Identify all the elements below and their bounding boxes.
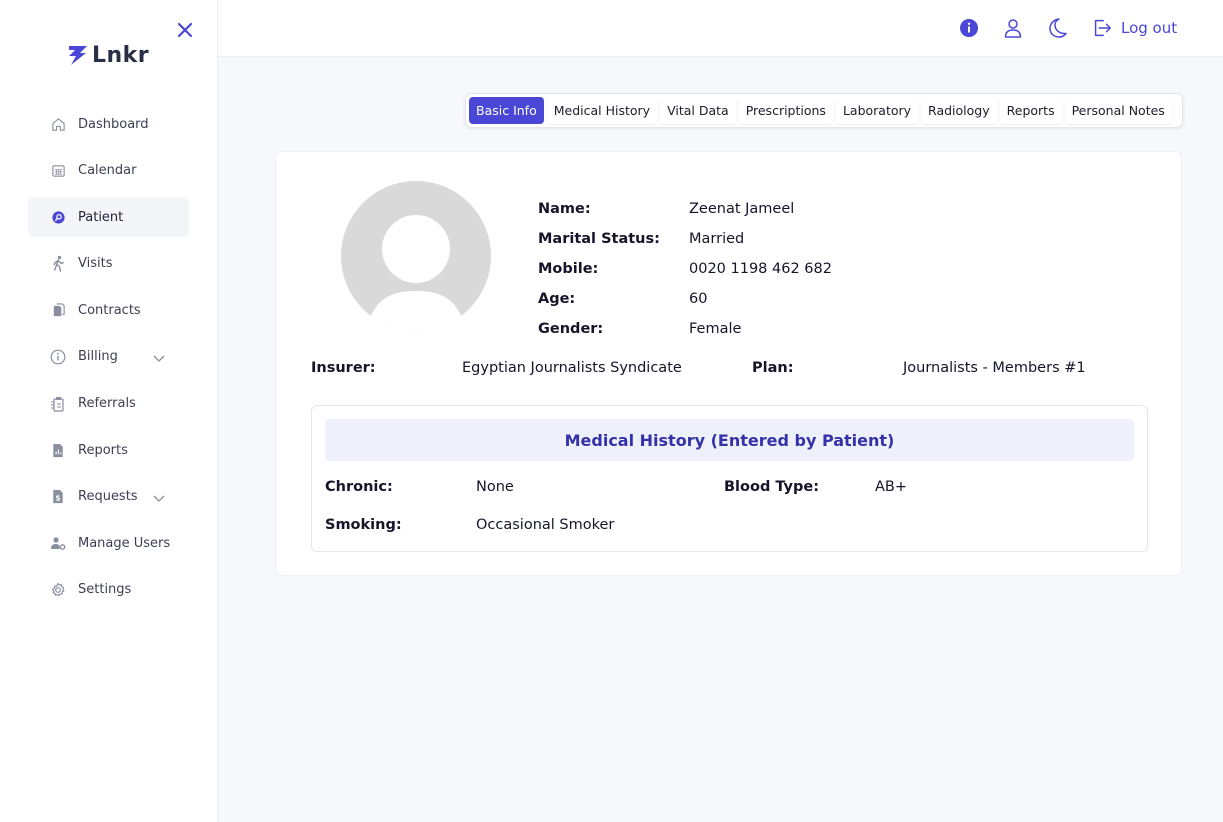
tab-reports[interactable]: Reports xyxy=(999,97,1062,124)
sidebar-item-visits[interactable]: Visits xyxy=(28,244,189,284)
insurer-label: Insurer: xyxy=(311,360,376,376)
lightning-logo-icon xyxy=(69,46,87,65)
chevron-down-icon[interactable] xyxy=(152,350,166,364)
sidebar-item-referrals[interactable]: Referrals xyxy=(28,384,189,424)
logo[interactable]: Lnkr xyxy=(66,40,149,70)
patient-tabs: Basic Info Medical History Vital Data Pr… xyxy=(465,93,1183,128)
name-label: Name: xyxy=(538,201,591,217)
logout-label: Log out xyxy=(1121,19,1178,37)
avatar xyxy=(341,181,491,331)
blood-type-value: AB+ xyxy=(875,479,908,495)
info-row-gender: Gender: Female xyxy=(538,319,741,339)
sidebar-item-dashboard[interactable]: Dashboard xyxy=(28,104,189,144)
mobile-value: 0020 1198 462 682 xyxy=(689,261,832,277)
logo-text: Lnkr xyxy=(92,42,150,68)
medical-history-box: Medical History (Entered by Patient) Chr… xyxy=(311,405,1148,552)
svg-text:$: $ xyxy=(55,494,60,503)
sidebar-item-label: Manage Users xyxy=(78,535,171,551)
info-row-marital-status: Marital Status: Married xyxy=(538,229,744,249)
marital-status-label: Marital Status: xyxy=(538,231,660,247)
sidebar-item-calendar[interactable]: Calendar xyxy=(28,151,189,191)
sidebar-item-settings[interactable]: Settings xyxy=(28,570,189,610)
plan-label: Plan: xyxy=(752,360,794,376)
patient-info-card: Name: Zeenat Jameel Marital Status: Marr… xyxy=(275,151,1182,576)
user-icon[interactable] xyxy=(1001,16,1025,40)
tab-prescriptions[interactable]: Prescriptions xyxy=(738,97,833,124)
sidebar-item-label: Billing xyxy=(78,349,118,365)
blood-type-label: Blood Type: xyxy=(724,479,820,495)
info-icon[interactable] xyxy=(957,16,981,40)
chronic-value: None xyxy=(476,479,514,495)
sidebar-item-label: Requests xyxy=(78,489,138,505)
referrals-icon xyxy=(50,396,66,412)
name-value: Zeenat Jameel xyxy=(689,201,795,217)
tab-laboratory[interactable]: Laboratory xyxy=(835,97,919,124)
gender-value: Female xyxy=(689,321,742,337)
sidebar-item-label: Patient xyxy=(78,209,124,225)
logout-icon xyxy=(1094,19,1111,37)
home-icon xyxy=(50,116,66,132)
smoking-label: Smoking: xyxy=(325,517,402,533)
tab-basic-info[interactable]: Basic Info xyxy=(469,97,544,124)
sidebar-item-reports[interactable]: Reports xyxy=(28,430,189,470)
sidebar-item-billing[interactable]: Billing xyxy=(28,337,189,377)
request-icon: $ xyxy=(50,489,66,505)
chronic-label: Chronic: xyxy=(325,479,393,495)
marital-status-value: Married xyxy=(689,231,745,247)
sidebar-item-label: Contracts xyxy=(78,302,141,318)
close-icon[interactable] xyxy=(175,20,195,40)
tab-medical-history[interactable]: Medical History xyxy=(546,97,658,124)
sidebar-item-requests[interactable]: $ Requests xyxy=(28,477,189,517)
calendar-icon xyxy=(50,163,66,179)
logout-button[interactable]: Log out xyxy=(1091,16,1177,40)
moon-icon[interactable] xyxy=(1045,16,1069,40)
insurer-value: Egyptian Journalists Syndicate xyxy=(462,360,682,376)
report-icon xyxy=(50,442,66,458)
top-header: Log out xyxy=(218,0,1223,57)
medical-history-title: Medical History (Entered by Patient) xyxy=(564,430,895,450)
info-row-mobile: Mobile: 0020 1198 462 682 xyxy=(538,259,832,279)
age-label: Age: xyxy=(538,291,576,307)
tab-vital-data[interactable]: Vital Data xyxy=(660,97,736,124)
gear-icon xyxy=(50,582,66,598)
plan-value: Journalists - Members #1 xyxy=(903,360,1086,376)
sidebar-item-patient[interactable]: Patient xyxy=(28,197,189,238)
gender-label: Gender: xyxy=(538,321,604,337)
smoking-value: Occasional Smoker xyxy=(476,517,615,533)
medical-history-header: Medical History (Entered by Patient) xyxy=(325,419,1134,461)
sidebar-item-label: Calendar xyxy=(78,163,137,179)
sidebar-item-label: Reports xyxy=(78,442,128,458)
sidebar-item-label: Dashboard xyxy=(78,116,149,132)
tab-radiology[interactable]: Radiology xyxy=(921,97,997,124)
sidebar: Lnkr Dashboard Calendar Patient Visits C… xyxy=(0,0,218,822)
chevron-down-icon[interactable] xyxy=(152,490,166,504)
info-row-name: Name: Zeenat Jameel xyxy=(538,199,794,219)
sidebar-item-contracts[interactable]: Contracts xyxy=(28,290,189,330)
sidebar-item-label: Referrals xyxy=(78,396,136,412)
documents-icon xyxy=(50,302,66,318)
sidebar-nav: Dashboard Calendar Patient Visits Contra… xyxy=(28,104,189,617)
patient-search-icon xyxy=(50,209,66,225)
sidebar-item-label: Settings xyxy=(78,582,132,598)
users-gear-icon xyxy=(50,535,66,551)
sidebar-item-manage-users[interactable]: Manage Users xyxy=(28,523,189,563)
info-circle-icon xyxy=(50,349,66,365)
sidebar-item-label: Visits xyxy=(78,256,113,272)
age-value: 60 xyxy=(689,291,708,307)
mobile-label: Mobile: xyxy=(538,261,599,277)
info-row-age: Age: 60 xyxy=(538,289,707,309)
tab-personal-notes[interactable]: Personal Notes xyxy=(1064,97,1172,124)
walking-icon xyxy=(50,256,66,272)
